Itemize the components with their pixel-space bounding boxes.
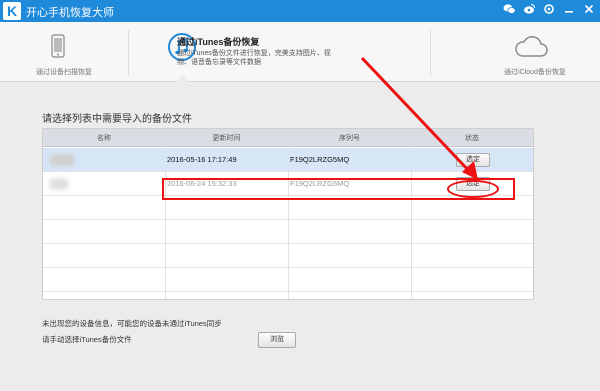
device-not-found-note: 未出现您的设备信息，可能您的设备未通过iTunes同步 — [42, 319, 222, 328]
annotation-arrow — [360, 56, 478, 180]
manual-select-label: 请手动选择iTunes备份文件 — [42, 335, 132, 344]
browse-button[interactable]: 浏览 — [258, 332, 296, 348]
